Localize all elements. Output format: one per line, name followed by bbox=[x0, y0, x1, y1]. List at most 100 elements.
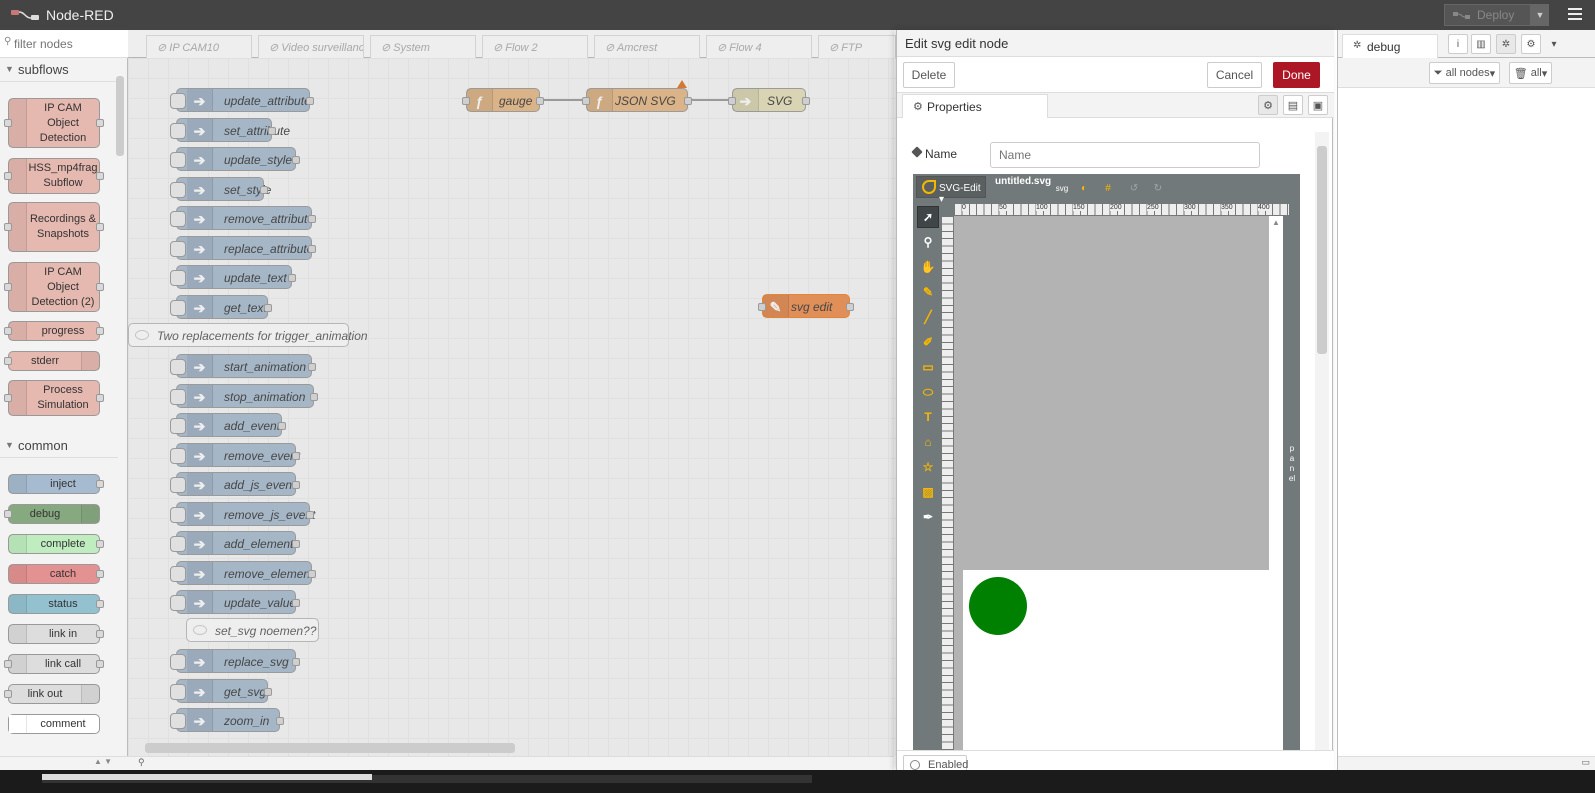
palette-node-progress[interactable]: progress bbox=[4, 321, 104, 341]
ellipse-tool-icon[interactable]: ⬭ bbox=[917, 381, 939, 403]
rect-tool-icon[interactable]: ▭ bbox=[917, 356, 939, 378]
arrow-right-icon bbox=[9, 475, 27, 493]
category-subflows[interactable]: ▼ subflows bbox=[0, 58, 118, 82]
image-tool-icon[interactable]: ▨ bbox=[917, 481, 939, 503]
tab-debug[interactable]: ✲ debug bbox=[1342, 34, 1438, 58]
clear-debug-dropdown[interactable]: 🗑 all ▾ bbox=[1509, 62, 1552, 84]
wireframe-icon[interactable]: ◐ bbox=[1075, 179, 1093, 197]
subflow-icon bbox=[81, 352, 99, 370]
nav-up-icon[interactable]: ▲ ▼ bbox=[94, 757, 112, 766]
main-menu-icon[interactable] bbox=[1562, 5, 1588, 25]
svg-canvas-page[interactable] bbox=[963, 570, 1269, 756]
chevron-down-icon[interactable]: ▾ bbox=[1544, 34, 1564, 54]
radio-icon bbox=[910, 760, 920, 770]
select-tool-icon[interactable]: ➚ bbox=[917, 206, 939, 228]
green-circle-shape[interactable] bbox=[969, 577, 1027, 635]
node-red-logo-icon bbox=[11, 10, 39, 20]
palette-node-catch[interactable]: catch bbox=[8, 564, 104, 584]
app-logo: Node-RED bbox=[10, 6, 114, 24]
search-icon[interactable]: ⚲ bbox=[138, 757, 145, 768]
bug-icon: ✲ bbox=[1353, 40, 1362, 51]
palette-node-debug[interactable]: debug bbox=[4, 504, 100, 524]
delete-button[interactable]: Delete bbox=[903, 62, 955, 88]
palette-node-comment[interactable]: comment bbox=[8, 714, 100, 734]
chevron-down-icon: ▼ bbox=[5, 64, 14, 74]
palette-node-hss[interactable]: HSS_mp4frag Subflow bbox=[4, 158, 104, 194]
book-icon[interactable]: ▥ bbox=[1471, 34, 1491, 54]
filter-icon: ⏷ bbox=[1433, 66, 1443, 79]
deploy-dropdown-icon[interactable]: ▼ bbox=[1531, 4, 1549, 26]
workspace-footer: ⚲ ▲ ▼ bbox=[94, 756, 894, 770]
workspace-overlay bbox=[128, 30, 894, 770]
palette-scrollbar[interactable] bbox=[115, 60, 125, 720]
header-bar: Node-RED Deploy ▼ bbox=[0, 0, 1595, 30]
zoom-tool-icon[interactable]: ⚲ bbox=[917, 231, 939, 253]
filter-nodes-dropdown[interactable]: ⏷ all nodes ▾ bbox=[1429, 62, 1500, 84]
eyedropper-tool-icon[interactable]: ✒ bbox=[917, 506, 939, 528]
settings-tab-icon[interactable]: ⚙ bbox=[1258, 95, 1278, 115]
svg-editor: SVG-Edit ▾ untitled.svg svg ◐ # ↺ ↻ ➚ ⚲ … bbox=[913, 174, 1300, 756]
palette-node-ip-cam[interactable]: IP CAM Object Detection bbox=[4, 98, 104, 148]
palette-node-complete[interactable]: complete bbox=[8, 534, 104, 554]
palette-node-process-sim[interactable]: Process Simulation bbox=[4, 380, 104, 416]
category-label: subflows bbox=[18, 62, 69, 77]
palette-node-status[interactable]: status bbox=[8, 594, 104, 614]
palette-node-link-out[interactable]: link out bbox=[4, 684, 100, 704]
taskbar-item[interactable] bbox=[42, 774, 372, 780]
star-tool-icon[interactable]: ☆ bbox=[917, 456, 939, 478]
ruler-tick-label: 50 bbox=[999, 204, 1007, 211]
done-button[interactable]: Done bbox=[1273, 62, 1320, 88]
gear-icon[interactable]: ⚙ bbox=[1521, 34, 1541, 54]
palette-node-inject[interactable]: inject bbox=[8, 474, 104, 494]
category-common[interactable]: ▼ common bbox=[0, 434, 118, 458]
filter-nodes-input[interactable] bbox=[14, 36, 114, 52]
workspace-hscrollbar[interactable] bbox=[145, 743, 515, 753]
palette-node-link-call[interactable]: link call bbox=[4, 654, 104, 674]
editor-tabs: ⚙ Properties ⚙ ▤ ▣ bbox=[897, 93, 1334, 118]
shape-library-icon[interactable]: ⌂ bbox=[917, 431, 939, 453]
ruler-tick-label: 250 bbox=[1147, 204, 1159, 211]
ruler-tick-label: 150 bbox=[1073, 204, 1085, 211]
name-input[interactable] bbox=[990, 142, 1260, 168]
palette-node-recordings[interactable]: Recordings & Snapshots bbox=[4, 202, 104, 252]
scroll-up-icon[interactable]: ▲ bbox=[1272, 218, 1280, 227]
pencil-tool-icon[interactable]: ✎ bbox=[917, 281, 939, 303]
node-palette: ⚲ ▼ subflows IP CAM Object Detection HSS_… bbox=[0, 30, 128, 770]
monitor-icon[interactable]: ▭ bbox=[1581, 757, 1590, 768]
sidebar-footer: ▭ bbox=[1338, 756, 1595, 770]
trash-icon: 🗑 bbox=[1513, 67, 1528, 80]
editor-scrollbar[interactable] bbox=[1315, 132, 1329, 750]
ruler-tick-label: 0 bbox=[962, 204, 966, 211]
redo-icon[interactable]: ↻ bbox=[1149, 179, 1167, 197]
debug-tab-icon[interactable]: ✲ bbox=[1496, 34, 1516, 54]
palette-node-ip-cam-2[interactable]: IP CAM Object Detection (2) bbox=[4, 262, 104, 312]
name-label: Name bbox=[911, 146, 957, 161]
info-icon[interactable]: i bbox=[1448, 34, 1468, 54]
deploy-button[interactable]: Deploy bbox=[1444, 4, 1531, 26]
chevron-down-icon: ▼ bbox=[5, 440, 14, 450]
line-tool-icon[interactable]: ╱ bbox=[917, 306, 939, 328]
exclamation-icon bbox=[9, 565, 27, 583]
svgedit-main-menu[interactable]: SVG-Edit ▾ bbox=[916, 176, 986, 205]
palette-node-link-in[interactable]: link in bbox=[8, 624, 104, 644]
path-tool-icon[interactable]: ✐ bbox=[917, 331, 939, 353]
palette-node-stderr[interactable]: stderr bbox=[4, 351, 100, 371]
undo-icon[interactable]: ↺ bbox=[1125, 179, 1143, 197]
svg-source-button[interactable]: svg bbox=[1053, 179, 1071, 197]
cancel-button[interactable]: Cancel bbox=[1207, 62, 1262, 88]
text-tool-icon[interactable]: T bbox=[917, 406, 939, 428]
svgedit-scrollbar[interactable]: ▲ bbox=[1269, 216, 1283, 756]
tab-properties[interactable]: ⚙ Properties bbox=[902, 94, 1048, 118]
svgedit-logo-icon bbox=[922, 180, 936, 194]
grid-icon[interactable]: # bbox=[1099, 179, 1117, 197]
tag-icon bbox=[911, 146, 923, 158]
editor-toolbar: Delete Cancel Done bbox=[897, 57, 1334, 93]
layers-panel-handle[interactable]: panel bbox=[1283, 216, 1300, 756]
svgedit-tools: ➚ ⚲ ✋ ✎ ╱ ✐ ▭ ⬭ T ⌂ ☆ ▨ ✒ bbox=[913, 204, 940, 756]
pan-tool-icon[interactable]: ✋ bbox=[917, 256, 939, 278]
debug-toolbar: ⏷ all nodes ▾ 🗑 all ▾ bbox=[1338, 58, 1595, 88]
link-icon bbox=[81, 685, 99, 703]
appearance-tab-icon[interactable]: ▣ bbox=[1308, 95, 1328, 115]
list-icon bbox=[81, 505, 99, 523]
description-tab-icon[interactable]: ▤ bbox=[1283, 95, 1303, 115]
